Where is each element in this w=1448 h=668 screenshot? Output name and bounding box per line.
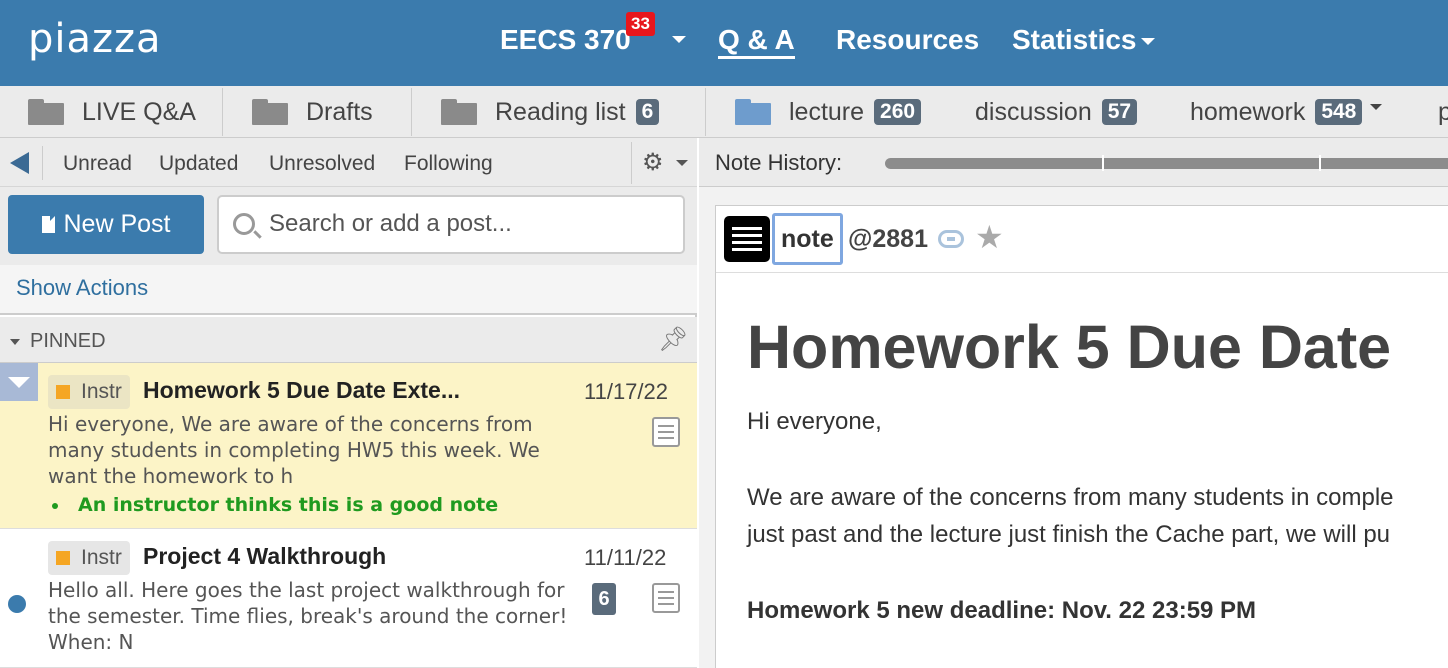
reply-count-badge: 6 [592,583,616,615]
folder-icon [252,99,288,125]
note-history-bar: Note History: [699,138,1448,187]
post-title: Homework 5 Due Date Exte... [143,377,460,403]
folder-drafts[interactable]: Drafts [252,86,373,138]
nav-resources[interactable]: Resources [836,24,979,56]
folder-label: discussion [975,97,1092,126]
folder-discussion[interactable]: discussion 57 [975,86,1138,138]
good-note-endorsement: An instructor thinks this is a good note [52,494,498,516]
folder-bar: LIVE Q&A Drafts Reading list 6 lecture 2… [0,86,1448,138]
folder-label: lecture [789,97,865,126]
instructor-square-icon [56,385,70,399]
note-greeting: Hi everyone, [747,408,882,435]
instructor-tag: Instr [48,541,130,575]
folder-icon [28,99,64,125]
folder-lecture[interactable]: lecture 260 [735,86,922,138]
search-box[interactable] [217,195,685,254]
folder-label: homework [1190,97,1306,126]
folder-icon [441,99,477,125]
post-snippet: Hi everyone, We are aware of the concern… [48,412,540,488]
top-navbar: piazza EECS 370 33 Q & A Resources Stati… [0,0,1448,86]
menu-icon[interactable] [724,216,770,262]
note-history-slider[interactable] [885,158,1448,169]
post-date: 11/17/22 [584,379,669,404]
course-selector[interactable]: EECS 370 [500,24,631,56]
folder-icon [735,99,771,125]
post-date: 11/11/22 [584,545,667,570]
note-icon [652,417,680,447]
note-icon [652,583,680,613]
post-list-item[interactable]: Instr Project 4 Walkthrough 11/11/22 Hel… [0,529,697,668]
post-snippet: Hello all. Here goes the last project wa… [48,578,568,654]
post-feed-pane: Unread Updated Unresolved Following ⚙ Ne… [0,138,697,668]
good-note-text: An instructor thinks this is a good note [78,494,499,516]
piazza-logo[interactable]: piazza [28,16,162,62]
note-body-line: We are aware of the concerns from many s… [747,484,1394,511]
folder-count: 260 [874,99,922,125]
folder-label: Reading list [495,97,626,126]
search-icon [233,213,255,235]
note-history-label: Note History: [715,150,843,175]
post-title: Project 4 Walkthrough [143,543,387,569]
chevron-down-icon [676,160,688,166]
filter-unread[interactable]: Unread [63,152,132,176]
divider [705,88,706,136]
note-header: note @2881 ★ [716,206,1448,273]
filter-following[interactable]: Following [404,152,493,176]
action-bar: New Post [0,187,697,265]
folder-reading-list[interactable]: Reading list 6 [441,86,660,138]
new-post-label: New Post [63,210,171,238]
selected-marker-icon[interactable] [0,363,38,401]
star-icon[interactable]: ★ [975,218,1004,256]
folder-count: 6 [635,99,660,125]
pinned-section-header[interactable]: PINNED 📌︎ [0,317,697,363]
folder-label: LIVE Q&A [82,97,196,126]
chevron-down-icon[interactable] [1370,104,1383,110]
gear-icon: ⚙ [642,148,664,176]
folder-count: 548 [1315,99,1363,125]
collapse-arrow-icon[interactable] [10,152,29,174]
course-notification-badge: 33 [626,12,655,36]
divider [42,146,43,180]
instructor-tag-label: Instr [81,380,122,403]
pin-icon: 📌︎ [658,325,689,353]
note-card: note @2881 ★ Homework 5 Due Date Hi ever… [715,205,1448,668]
chevron-down-icon[interactable] [1141,38,1155,45]
nav-qa[interactable]: Q & A [718,24,795,59]
instructor-tag-label: Instr [81,546,122,569]
instructor-square-icon [56,551,70,565]
filter-bar: Unread Updated Unresolved Following ⚙ [0,138,697,187]
filter-unresolved[interactable]: Unresolved [269,152,375,176]
folder-live-qa[interactable]: LIVE Q&A [28,86,196,138]
bullet-icon [52,502,58,509]
chevron-down-icon [10,339,20,345]
pinned-label: PINNED [30,330,106,352]
note-view-pane: Note History: note @2881 ★ Homework 5 Du… [699,138,1448,668]
note-title: Homework 5 Due Date [747,313,1392,381]
history-tick [1102,155,1104,171]
document-icon [41,216,55,233]
show-actions-bar: Show Actions [0,265,697,315]
folder-overflow[interactable]: p [1438,86,1448,138]
link-icon[interactable] [938,230,964,248]
note-number: @2881 [848,225,928,253]
filter-updated[interactable]: Updated [159,152,238,176]
note-deadline: Homework 5 new deadline: Nov. 22 23:59 P… [747,597,1257,624]
instructor-tag: Instr [48,375,130,409]
history-tick [1319,155,1321,171]
folder-homework[interactable]: homework 548 [1190,86,1383,138]
divider [222,88,223,136]
folder-count: 57 [1101,99,1138,125]
chevron-down-icon[interactable] [672,36,686,43]
search-input[interactable] [269,210,669,238]
nav-statistics[interactable]: Statistics [1012,24,1137,56]
note-type-label[interactable]: note [772,213,843,265]
note-body-line: just past and the lecture just finish th… [747,521,1391,548]
divider [411,88,412,136]
feed-settings-button[interactable]: ⚙ [631,142,697,184]
show-actions-link[interactable]: Show Actions [16,275,148,301]
new-post-button[interactable]: New Post [8,195,204,254]
folder-label: Drafts [306,97,373,126]
unread-dot-icon [8,595,26,613]
post-list-item[interactable]: Instr Homework 5 Due Date Exte... 11/17/… [0,363,697,529]
